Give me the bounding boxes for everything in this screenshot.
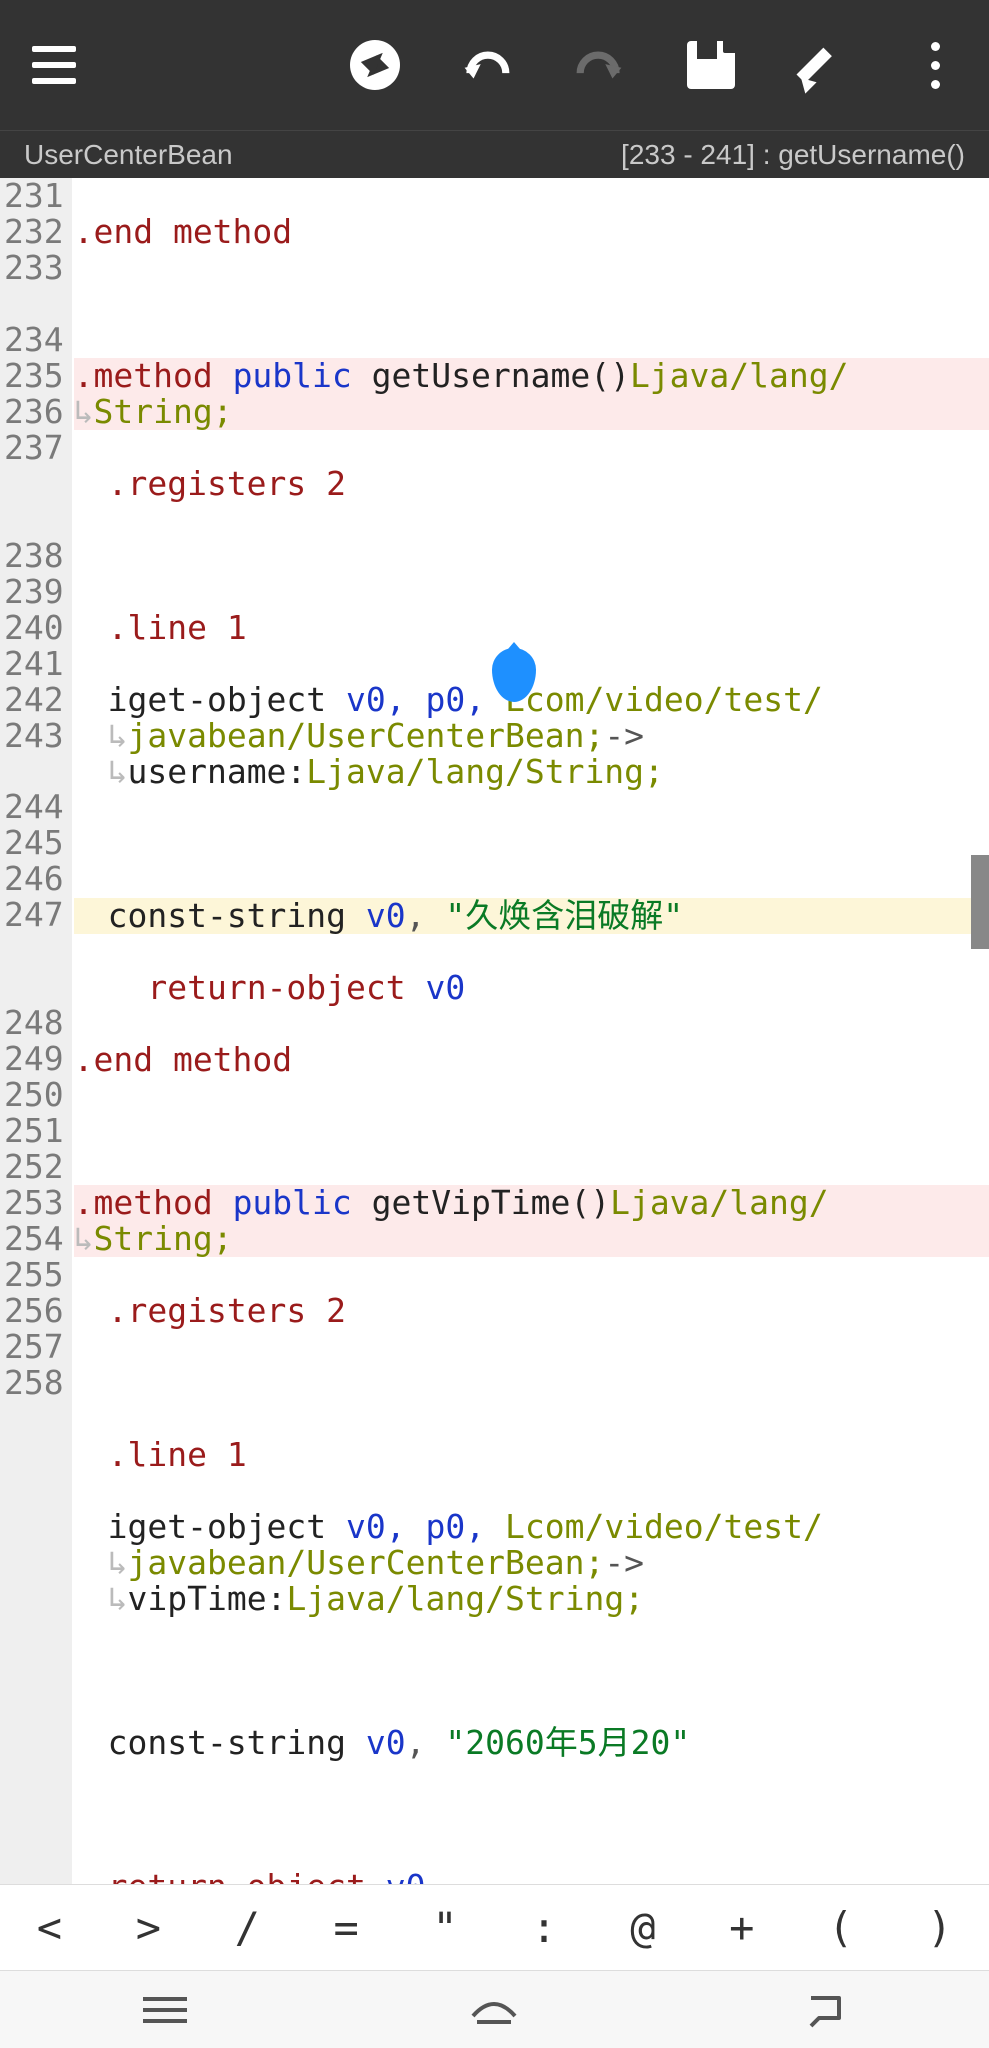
token: public (233, 1183, 352, 1222)
token: v0, p0, (346, 1507, 485, 1546)
sym-quote[interactable]: " (396, 1903, 495, 1952)
token: .end method (74, 212, 293, 251)
system-navbar (0, 1970, 989, 2048)
token: v0 (386, 1867, 426, 1884)
more-icon (931, 42, 940, 89)
scrollbar-thumb[interactable] (971, 855, 989, 949)
line-gutter: 231 232 233 234 235 236 237 238 239 240 … (0, 178, 72, 1884)
navigate-button[interactable] (349, 39, 401, 91)
hamburger-icon (32, 46, 76, 84)
sym-slash[interactable]: / (198, 1903, 297, 1952)
wrap-indicator: ↳ (108, 1579, 128, 1618)
sym-lparen[interactable]: ( (791, 1903, 890, 1952)
undo-icon (461, 46, 513, 84)
token: v0 (366, 1723, 406, 1762)
token: javabean/UserCenterBean; (127, 1543, 604, 1582)
token: -> (604, 716, 644, 755)
token: getVipTime() (372, 1183, 610, 1222)
save-button[interactable] (685, 39, 737, 91)
token: 1 (227, 1435, 247, 1474)
editor-subheader: UserCenterBean [233 - 241] : getUsername… (0, 130, 989, 178)
token: 2 (326, 464, 346, 503)
wrap-indicator: ↳ (108, 716, 128, 755)
token: , (406, 1723, 426, 1762)
token: public (233, 356, 352, 395)
token: const-string (108, 1723, 346, 1762)
token: v0, p0, (346, 680, 485, 719)
nav-home-button[interactable] (467, 1990, 521, 2030)
wrap-indicator: ↳ (74, 1219, 94, 1258)
token: .method (74, 356, 213, 395)
cursor-location[interactable]: [233 - 241] : getUsername() (621, 139, 965, 171)
token: "久焕含泪破解" (445, 896, 683, 935)
token: v0 (366, 896, 406, 935)
token: javabean/UserCenterBean; (127, 716, 604, 755)
token: const-string (108, 896, 346, 935)
sym-eq[interactable]: = (297, 1903, 396, 1952)
token: Ljava/lang/ (630, 356, 849, 395)
redo-icon (573, 46, 625, 84)
sym-at[interactable]: @ (593, 1903, 692, 1952)
token: String; (93, 1219, 232, 1258)
token: 2 (326, 1291, 346, 1330)
pencil-icon (799, 41, 847, 89)
wrap-indicator: ↳ (74, 392, 94, 431)
token: Ljava/lang/String; (306, 752, 664, 791)
token: getUsername() (372, 356, 630, 395)
token: vipTime: (127, 1579, 286, 1618)
recent-icon (143, 1997, 187, 2023)
token: Ljava/lang/ (610, 1183, 829, 1222)
app-toolbar (0, 0, 989, 130)
sym-plus[interactable]: + (692, 1903, 791, 1952)
token: return-object (147, 968, 405, 1007)
token: v0 (426, 968, 466, 1007)
sym-lt[interactable]: < (0, 1903, 99, 1952)
token: .registers (108, 1291, 307, 1330)
sym-colon[interactable]: : (495, 1903, 594, 1952)
undo-button[interactable] (461, 39, 513, 91)
token: .method (74, 1183, 213, 1222)
more-button[interactable] (909, 39, 961, 91)
token: .registers (108, 464, 307, 503)
home-icon (469, 1992, 519, 2028)
token: "2060年5月20" (445, 1723, 690, 1762)
token: -> (604, 1543, 644, 1582)
token: return-object (108, 1867, 366, 1884)
wrap-indicator: ↳ (108, 1543, 128, 1582)
symbol-row: < > / = " : @ + ( ) (0, 1884, 989, 1970)
token: iget-object (108, 1507, 327, 1546)
token: Lcom/video/test/ (505, 680, 823, 719)
token: username: (127, 752, 306, 791)
code-editor[interactable]: 231 232 233 234 235 236 237 238 239 240 … (0, 178, 989, 1884)
redo-button[interactable] (573, 39, 625, 91)
menu-button[interactable] (28, 39, 80, 91)
token: String; (93, 392, 232, 431)
token: .line (108, 608, 207, 647)
code-content[interactable]: .end method .method public getUsername()… (72, 178, 989, 1884)
file-name[interactable]: UserCenterBean (24, 139, 233, 171)
compass-icon (350, 40, 400, 90)
token: Lcom/video/test/ (505, 1507, 823, 1546)
sym-gt[interactable]: > (99, 1903, 198, 1952)
edit-button[interactable] (797, 39, 849, 91)
nav-back-button[interactable] (797, 1990, 851, 2030)
wrap-indicator: ↳ (108, 752, 128, 791)
token: .end method (74, 1040, 293, 1079)
token: 1 (227, 608, 247, 647)
token: .line (108, 1435, 207, 1474)
token: iget-object (108, 680, 327, 719)
save-icon (687, 41, 735, 89)
token: Ljava/lang/String; (286, 1579, 644, 1618)
token: , (406, 896, 426, 935)
nav-recent-button[interactable] (138, 1990, 192, 2030)
sym-rparen[interactable]: ) (890, 1903, 989, 1952)
back-icon (799, 1990, 849, 2030)
